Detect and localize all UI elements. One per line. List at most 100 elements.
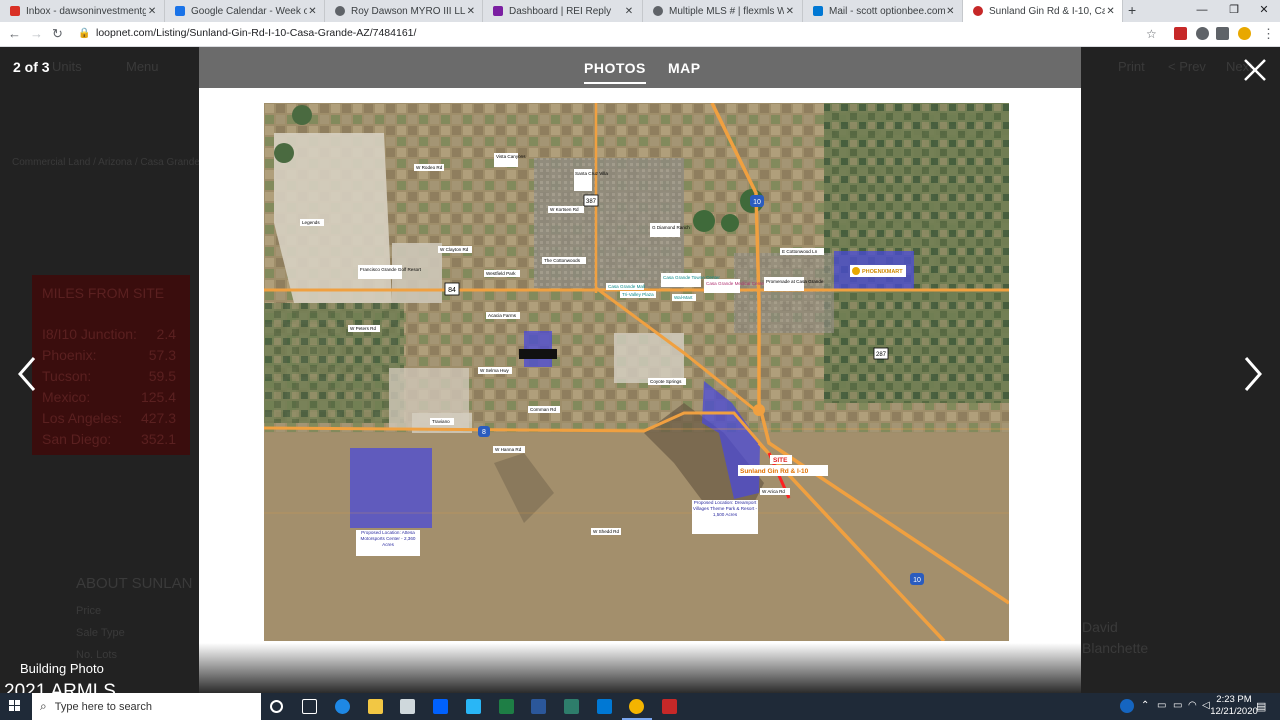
tab-strip: Inbox - dawsoninvestmentgroup ✕ Google C… bbox=[0, 0, 1280, 22]
svg-text:10: 10 bbox=[913, 577, 921, 584]
bg-breadcrumb: Commercial Land / Arizona / Casa Grande bbox=[12, 157, 200, 168]
close-tab-icon[interactable]: ✕ bbox=[146, 6, 158, 17]
app-icon[interactable] bbox=[466, 699, 481, 714]
tab-outlook[interactable]: Mail - scott optionbee.com - Outl ✕ bbox=[803, 0, 963, 22]
photo-counter: 2 of 3 bbox=[13, 59, 50, 75]
system-clock[interactable]: 2:23 PM 12/21/2020 bbox=[1210, 694, 1258, 718]
aerial-site-map: 10 10 8 84 387 287 W Rodeo Rd Vista Cany… bbox=[264, 103, 1009, 641]
close-lightbox-icon[interactable] bbox=[1242, 57, 1268, 83]
store-icon[interactable] bbox=[400, 699, 415, 714]
calendar-icon bbox=[175, 6, 185, 16]
clock-date: 12/21/2020 bbox=[1210, 706, 1258, 717]
tab-optic[interactable]: Roy Dawson MYRO III LLC | Optic ✕ bbox=[325, 0, 483, 22]
route-shield-287: 287 bbox=[873, 347, 889, 360]
bookmark-star-icon[interactable]: ☆ bbox=[1146, 27, 1157, 41]
close-tab-icon[interactable]: ✕ bbox=[307, 6, 318, 17]
miles-row: Los Angeles: 427.3 bbox=[42, 410, 176, 426]
tab-label: Inbox - dawsoninvestmentgroup bbox=[26, 5, 147, 17]
highway-shield-i8: 8 bbox=[478, 426, 490, 437]
reload-icon[interactable]: ↻ bbox=[52, 26, 63, 42]
tab-rei-reply[interactable]: Dashboard | REI Reply ✕ bbox=[483, 0, 643, 22]
bg-about-heading: ABOUT SUNLAN bbox=[76, 575, 193, 592]
cortana-icon[interactable] bbox=[270, 700, 283, 713]
chrome-icon[interactable] bbox=[629, 699, 644, 714]
forward-icon[interactable]: → bbox=[30, 26, 43, 41]
notification-icon[interactable]: ▤ bbox=[1256, 700, 1266, 713]
mail-icon[interactable] bbox=[597, 699, 612, 714]
map-label: W Selma Hwy bbox=[480, 368, 510, 373]
map-label: Vista Canyons bbox=[496, 154, 526, 159]
restore-icon[interactable]: ❐ bbox=[1218, 0, 1250, 22]
tab-loopnet[interactable]: Sunland Gin Rd & I-10, Casa Gra ✕ bbox=[963, 0, 1123, 22]
new-tab-button[interactable]: + bbox=[1128, 2, 1136, 18]
highway-shield-i10-bottom: 10 bbox=[910, 573, 924, 585]
address-bar[interactable]: loopnet.com/Listing/Sunland-Gin-Rd-I-10-… bbox=[96, 27, 416, 39]
previous-photo-icon[interactable] bbox=[16, 355, 38, 393]
network-icon[interactable]: ▭ bbox=[1157, 700, 1166, 711]
word-icon[interactable] bbox=[531, 699, 546, 714]
miles-from-site-box bbox=[32, 275, 190, 455]
svg-text:8: 8 bbox=[482, 429, 486, 436]
tab-flexmls[interactable]: Multiple MLS # | flexmls Web ✕ bbox=[643, 0, 803, 22]
close-tab-icon[interactable]: ✕ bbox=[784, 6, 796, 17]
tab-label: Mail - scott optionbee.com - Outl bbox=[829, 5, 945, 17]
close-tab-icon[interactable]: ✕ bbox=[466, 6, 476, 17]
miles-label: Tucson: bbox=[42, 368, 92, 384]
map-label: Francisco Grande Golf Resort bbox=[360, 267, 422, 272]
miles-value: 57.3 bbox=[148, 347, 176, 363]
pdf-extension-icon[interactable] bbox=[1174, 27, 1187, 40]
map-label: PHOENIXMART bbox=[862, 269, 903, 275]
minimize-icon[interactable]: — bbox=[1186, 0, 1218, 22]
help-icon[interactable] bbox=[1120, 699, 1134, 713]
tab-inbox[interactable]: Inbox - dawsoninvestmentgroup ✕ bbox=[0, 0, 165, 22]
edge-icon[interactable] bbox=[335, 699, 350, 714]
miles-row: Tucson: 59.5 bbox=[42, 368, 176, 384]
map-label: Proposed Location: Attesa Motorsports Ce… bbox=[360, 530, 416, 547]
bg-broker-last: Blanchette bbox=[1082, 640, 1149, 656]
volume-icon[interactable]: ◁ bbox=[1202, 700, 1210, 711]
menu-dots-icon[interactable]: ⋮ bbox=[1262, 26, 1275, 42]
close-tab-icon[interactable]: ✕ bbox=[622, 6, 636, 17]
file-explorer-icon[interactable] bbox=[368, 699, 383, 714]
app-icon[interactable] bbox=[564, 699, 579, 714]
map-label: W Peters Rd bbox=[350, 326, 376, 331]
wifi-icon[interactable]: ◠ bbox=[1188, 700, 1197, 711]
taskbar-search-box[interactable]: ⌕ Type here to search bbox=[32, 693, 261, 720]
excel-icon[interactable] bbox=[499, 699, 514, 714]
map-label: Tri-Valley Plaza bbox=[622, 292, 654, 297]
tab-photos[interactable]: PHOTOS bbox=[584, 60, 646, 84]
map-label: W Shedd Rd bbox=[593, 529, 619, 534]
bg-nav-prev: < Prev bbox=[1168, 59, 1206, 74]
close-tab-icon[interactable]: ✕ bbox=[945, 6, 956, 17]
miles-value: 59.5 bbox=[148, 368, 176, 384]
close-tab-icon[interactable]: ✕ bbox=[1105, 6, 1116, 17]
dropbox-icon[interactable] bbox=[433, 699, 448, 714]
browser-toolbar: ← → ↻ 🔒 loopnet.com/Listing/Sunland-Gin-… bbox=[0, 22, 1280, 47]
tray-chevron-icon[interactable]: ⌃ bbox=[1141, 700, 1149, 711]
miles-label: Mexico: bbox=[42, 389, 91, 405]
clock-time: 2:23 PM bbox=[1216, 694, 1252, 705]
back-icon[interactable]: ← bbox=[8, 26, 21, 41]
windows-start-icon[interactable] bbox=[0, 693, 30, 720]
map-label: Traviano bbox=[432, 419, 450, 424]
task-view-icon[interactable] bbox=[302, 699, 317, 714]
map-label: W Hanna Rd bbox=[495, 447, 522, 452]
tab-calendar[interactable]: Google Calendar - Week of Dece ✕ bbox=[165, 0, 325, 22]
next-photo-icon[interactable] bbox=[1242, 355, 1264, 393]
profile-avatar[interactable] bbox=[1238, 27, 1251, 40]
map-label: Cornman Rd bbox=[530, 407, 556, 412]
map-label: W Clayton Rd bbox=[440, 247, 469, 252]
miles-row: I8/I10 Junction: 2.4 bbox=[42, 326, 176, 342]
tab-map[interactable]: MAP bbox=[668, 60, 701, 76]
lock-icon[interactable]: 🔒 bbox=[78, 28, 90, 39]
map-label: W Kortsen Rd bbox=[550, 207, 579, 212]
extension-icon[interactable] bbox=[1196, 27, 1209, 40]
close-window-icon[interactable]: ✕ bbox=[1248, 0, 1280, 22]
map-label: The Cottonwoods bbox=[544, 258, 581, 263]
battery-icon[interactable]: ▭ bbox=[1173, 700, 1182, 711]
miles-value: 125.4 bbox=[140, 389, 176, 405]
tab-label: Multiple MLS # | flexmls Web bbox=[669, 5, 784, 17]
acrobat-icon[interactable] bbox=[662, 699, 677, 714]
miles-label: San Diego: bbox=[42, 431, 112, 447]
puzzle-icon[interactable] bbox=[1216, 27, 1229, 40]
